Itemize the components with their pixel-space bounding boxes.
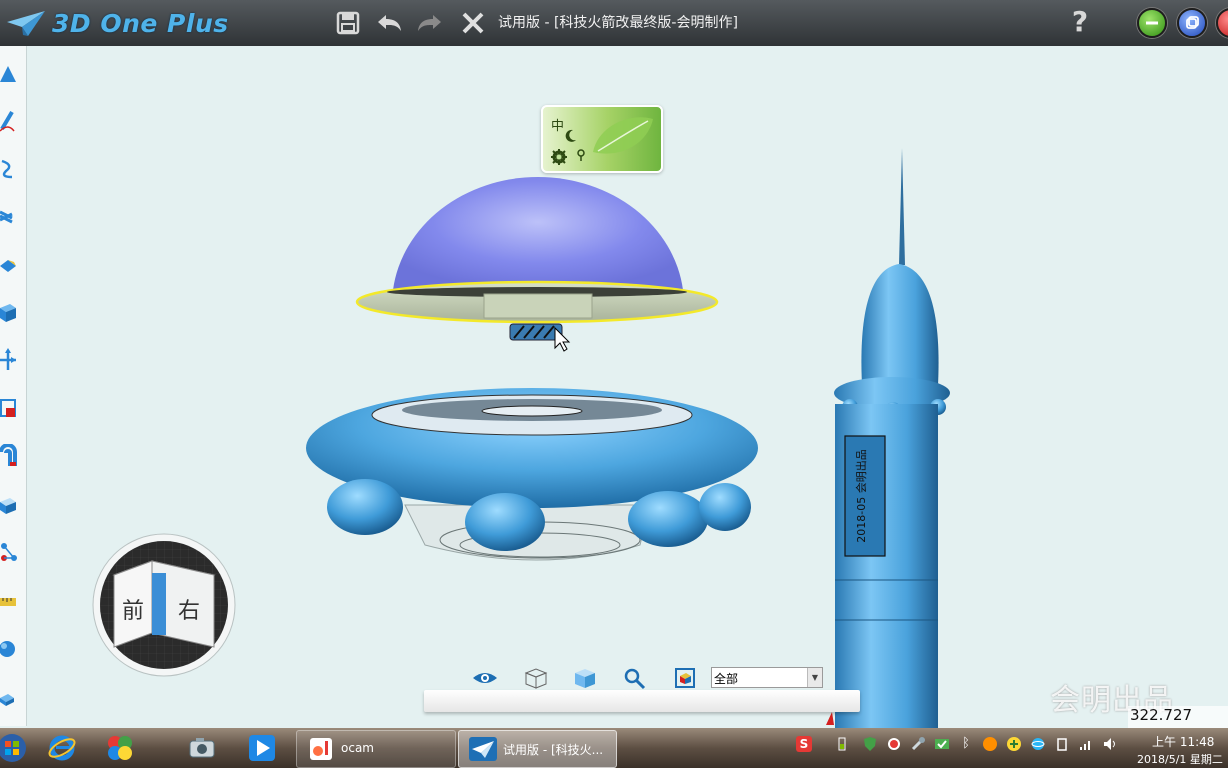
update-icon[interactable] bbox=[934, 736, 950, 752]
battery-icon[interactable] bbox=[834, 736, 850, 752]
taskbar-app-4[interactable] bbox=[244, 732, 280, 764]
taskbar-window-ocam[interactable]: ocam bbox=[296, 730, 456, 768]
view-cube-right-face[interactable]: 右 bbox=[178, 593, 200, 625]
clipboard-icon[interactable] bbox=[1054, 736, 1070, 752]
rocket-label-plate: 2018-05 会明出品 bbox=[854, 449, 868, 542]
view-cube-front-face[interactable]: 前 bbox=[122, 593, 144, 625]
eye-icon[interactable] bbox=[472, 666, 498, 690]
view-toolbar-shelf bbox=[424, 690, 860, 712]
sogou-input-icon[interactable]: S bbox=[796, 736, 812, 752]
settings-gear-icon[interactable] bbox=[549, 147, 569, 167]
chevron-down-icon: ▼ bbox=[807, 668, 822, 687]
wrench-icon bbox=[911, 737, 925, 751]
rocket-model[interactable]: 2018-05 会明出品 bbox=[826, 148, 950, 734]
wireframe-cube-icon[interactable] bbox=[523, 666, 549, 690]
view-cube[interactable] bbox=[92, 533, 236, 677]
taskbar-ie[interactable] bbox=[44, 732, 80, 764]
zoom-icon[interactable] bbox=[622, 666, 648, 690]
fit-view-icon[interactable] bbox=[673, 666, 699, 690]
signal-bars-icon bbox=[1080, 741, 1090, 750]
shield-icon[interactable] bbox=[862, 736, 878, 752]
filter-selected-value: 全部 bbox=[714, 672, 739, 686]
check-update-icon bbox=[935, 739, 949, 749]
volume-icon[interactable] bbox=[1102, 736, 1118, 752]
colorful-pinwheel-icon bbox=[108, 736, 132, 760]
windows-logo-icon bbox=[0, 734, 26, 762]
record-icon[interactable] bbox=[886, 736, 902, 752]
taskbar-window-label: ocam bbox=[341, 741, 374, 755]
tray-orange-icon[interactable] bbox=[982, 736, 998, 752]
clipboard-glyph-icon bbox=[1057, 738, 1067, 751]
solid-cube-icon[interactable] bbox=[572, 666, 598, 690]
location-pin-icon bbox=[577, 149, 585, 161]
weather-indicator: 中 bbox=[551, 119, 565, 134]
taskbar-window-label: 试用版 - [科技火... bbox=[503, 743, 604, 757]
bluetooth-icon[interactable]: ᛒ bbox=[958, 736, 974, 752]
orange-ball-icon bbox=[983, 737, 997, 751]
security-shield-icon bbox=[864, 737, 876, 751]
filter-dropdown[interactable]: 全部 ▼ bbox=[711, 667, 823, 688]
moon-icon bbox=[565, 129, 576, 142]
network-signal-icon[interactable] bbox=[1078, 736, 1094, 752]
ufo-base[interactable] bbox=[306, 388, 758, 561]
record-circle-icon bbox=[888, 738, 900, 750]
play-arrow-icon bbox=[249, 735, 275, 761]
ufo-dome[interactable] bbox=[355, 176, 719, 341]
taskbar-app-3[interactable] bbox=[184, 732, 220, 764]
internet-explorer-icon bbox=[48, 735, 76, 761]
battery-glyph-icon bbox=[838, 737, 846, 751]
camera-icon bbox=[189, 738, 215, 758]
weather-widget[interactable]: 中 bbox=[541, 105, 663, 173]
ocam-icon bbox=[310, 738, 332, 760]
taskbar-clock-date[interactable]: 2018/5/1 星期二 bbox=[1137, 751, 1223, 767]
globe-icon bbox=[1031, 738, 1045, 750]
taskbar-app-2[interactable] bbox=[102, 732, 138, 764]
paper-plane-icon bbox=[469, 737, 497, 761]
taskbar-clock-time[interactable]: 上午 11:48 bbox=[1152, 733, 1214, 750]
speaker-icon bbox=[1104, 738, 1115, 750]
plus-badge-icon bbox=[1007, 737, 1021, 751]
start-button[interactable] bbox=[0, 732, 30, 764]
tray-plus-icon[interactable] bbox=[1006, 736, 1022, 752]
tray-network-app-icon[interactable] bbox=[1030, 736, 1046, 752]
tray-app-icon[interactable] bbox=[910, 736, 926, 752]
taskbar-window-3done[interactable]: 试用版 - [科技火... bbox=[458, 730, 617, 768]
